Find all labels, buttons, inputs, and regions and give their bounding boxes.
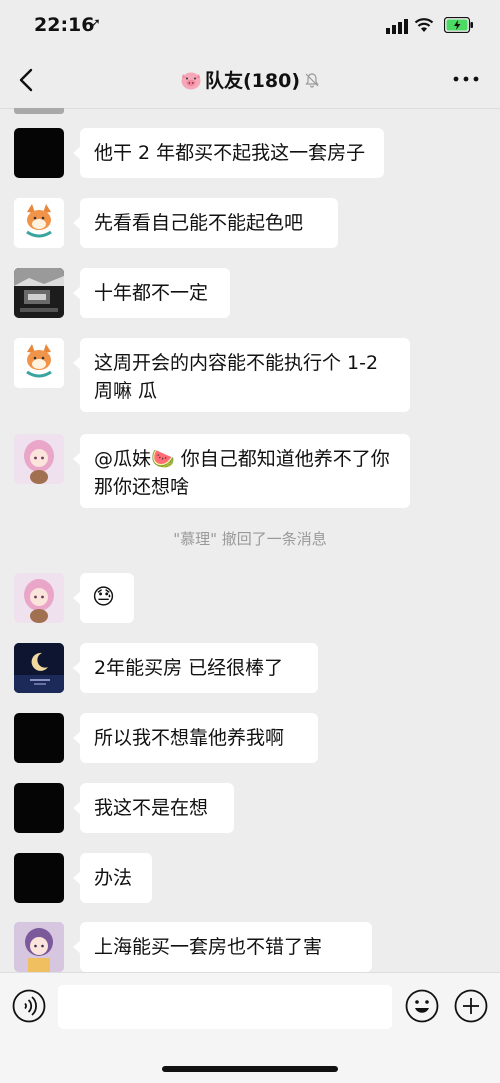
message-bubble[interactable]: 先看看自己能不能起色吧 (73, 198, 338, 248)
message-bubble[interactable]: 办法 (73, 853, 152, 903)
avatar[interactable] (14, 128, 64, 178)
location-arrow-icon: ➚ (90, 16, 101, 31)
status-time: 22:16 (34, 14, 95, 36)
mono-photo-icon (14, 268, 64, 318)
anime-girl-icon (14, 922, 64, 972)
emoji-icon[interactable] (405, 989, 439, 1023)
shiba-icon (14, 198, 64, 248)
anime-girl-icon (14, 434, 64, 484)
home-indicator (162, 1066, 338, 1072)
message-bubble[interactable]: 所以我不想靠他养我啊 (73, 713, 318, 763)
avatar[interactable] (14, 198, 64, 248)
message-bubble[interactable]: 我这不是在想 (73, 783, 234, 833)
avatar[interactable] (14, 434, 64, 484)
voice-icon[interactable] (12, 989, 46, 1023)
message-bubble[interactable]: 他干 2 年都买不起我这一套房子 (73, 128, 384, 178)
avatar[interactable] (14, 853, 64, 903)
message-input[interactable] (58, 985, 392, 1029)
plus-icon[interactable] (454, 989, 488, 1023)
chat-title: 队友(180) (0, 66, 500, 93)
avatar[interactable] (14, 268, 64, 318)
recall-notice: "慕理" 撤回了一条消息 (173, 530, 327, 548)
message-bubble[interactable]: 上海能买一套房也不错了害 (73, 922, 372, 972)
pig-icon (181, 72, 201, 90)
anime-girl-icon (14, 573, 64, 623)
message-bubble[interactable]: 😓 (73, 573, 134, 623)
battery-charging-icon (444, 17, 473, 33)
message-bubble[interactable]: 2年能买房 已经很棒了 (73, 643, 318, 693)
avatar-clipped (14, 108, 64, 114)
mute-bell-icon (305, 73, 319, 88)
avatar[interactable] (14, 573, 64, 623)
avatar[interactable] (14, 713, 64, 763)
chat-header: 队友(180) (0, 52, 500, 109)
avatar[interactable] (14, 922, 64, 972)
chat-title-text: 队友(180) (204, 70, 301, 92)
moon-icon (14, 643, 64, 693)
wifi-icon (414, 18, 434, 32)
avatar[interactable] (14, 643, 64, 693)
message-bubble[interactable]: 这周开会的内容能不能执行个 1-2 周嘛 瓜 (73, 338, 410, 412)
message-bubble[interactable]: 十年都不一定 (73, 268, 230, 318)
status-bar: 22:16 ➚ (0, 0, 500, 52)
input-bar (0, 972, 500, 1083)
avatar[interactable] (14, 783, 64, 833)
avatar[interactable] (14, 338, 64, 388)
ellipsis-icon[interactable] (452, 74, 480, 84)
signal-icon (386, 19, 408, 34)
message-bubble[interactable]: @瓜妹🍉 你自己都知道他养不了你那你还想啥 (73, 434, 410, 508)
shiba-icon (14, 338, 64, 388)
